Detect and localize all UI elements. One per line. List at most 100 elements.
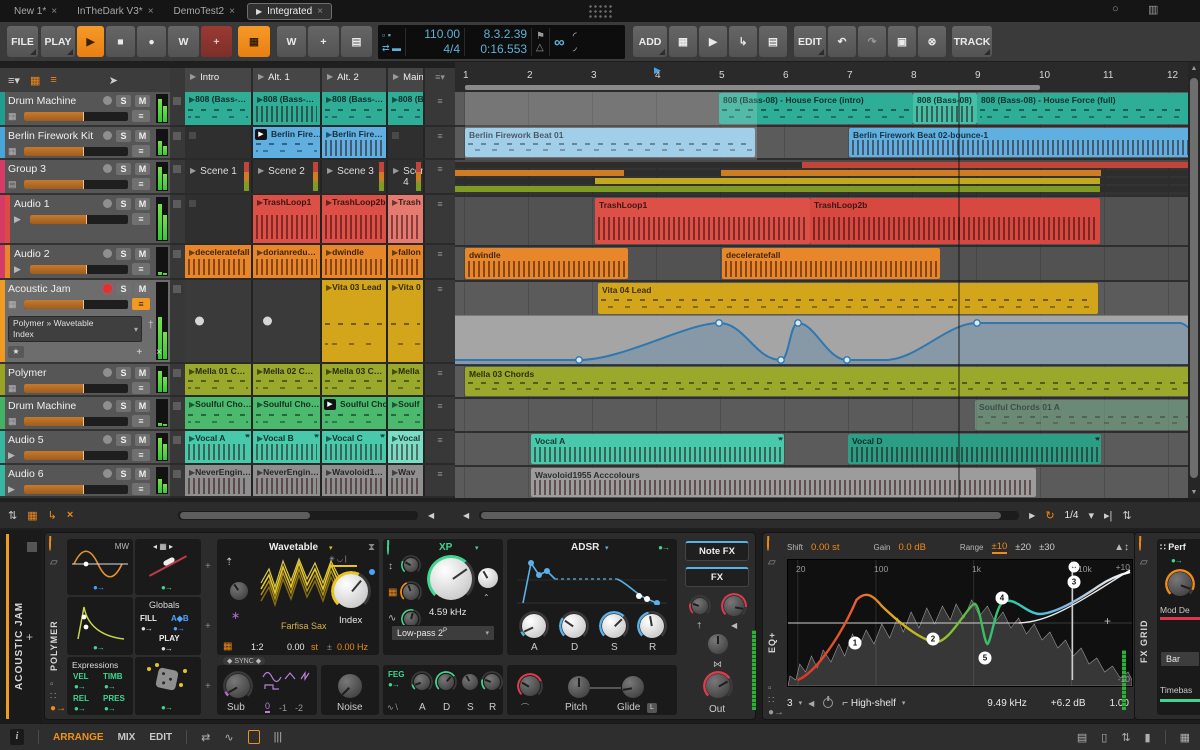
- note-fx-tab[interactable]: Note FX: [685, 541, 749, 561]
- dual-panel-icon[interactable]: ⇄: [201, 731, 210, 744]
- launcher-clip[interactable]: ▶Berlin Fire…: [253, 127, 320, 158]
- play-icon[interactable]: ▶: [393, 166, 399, 193]
- arranger-clip[interactable]: Wavoloid1955 Acccolours: [531, 468, 1036, 497]
- track-stop-button[interactable]: [170, 397, 185, 429]
- solo-button[interactable]: S: [116, 197, 131, 210]
- clip-slot[interactable]: ▶Vocal A ▾▾: [185, 431, 253, 463]
- track-row[interactable]: Drum Machine S M ▦ ≡: [0, 397, 170, 431]
- band-gain[interactable]: +6.2 dB: [1051, 698, 1086, 709]
- launcher-clip[interactable]: ▶808 (Bass-…: [185, 92, 251, 125]
- track-height-toggle-icon[interactable]: ⇅: [1122, 509, 1131, 522]
- mute-button[interactable]: M: [135, 247, 150, 260]
- resonance-knob[interactable]: [475, 565, 501, 591]
- volume-fader[interactable]: [24, 146, 128, 156]
- clip-slot[interactable]: ▶dwindle: [322, 245, 388, 278]
- add-modulator-button[interactable]: +: [205, 621, 211, 632]
- insert-scene-icon[interactable]: ↳: [48, 509, 57, 522]
- envelope-title[interactable]: ADSR: [571, 542, 599, 553]
- mod-out-icon[interactable]: ●→: [93, 583, 105, 592]
- arranger-track-lane[interactable]: Mella 03 Chords: [455, 366, 1188, 399]
- fade-in-icon[interactable]: ◜: [573, 31, 577, 42]
- mod-mw-cell[interactable]: MW ●→: [67, 539, 133, 595]
- spread-knob[interactable]: [705, 631, 731, 657]
- project-tab[interactable]: ▶ Integrated ×: [246, 2, 332, 20]
- clip-slot[interactable]: ▶Soulful Cho…: [253, 397, 322, 429]
- fx-tab[interactable]: FX: [685, 567, 749, 587]
- play-icon[interactable]: ▶: [327, 72, 333, 81]
- arranger-track-lane[interactable]: Vita 04 Lead: [455, 282, 1188, 366]
- play-icon[interactable]: ▶: [190, 72, 196, 81]
- mod-out-icon[interactable]: ●→: [93, 643, 105, 652]
- scene-header[interactable]: ▶ Main: [388, 68, 425, 92]
- play-label[interactable]: PLAY: [159, 634, 180, 643]
- overdub-button[interactable]: +: [201, 26, 232, 57]
- volume-fader[interactable]: [30, 214, 128, 224]
- clip-slot[interactable]: ▶Mella 02 C…: [253, 364, 322, 395]
- oscillator-title[interactable]: Wavetable: [269, 542, 318, 553]
- range-20-button[interactable]: ±20: [1015, 542, 1031, 553]
- play-icon[interactable]: ▶: [190, 166, 196, 193]
- solo-button[interactable]: S: [116, 282, 131, 295]
- redo-button[interactable]: ↷: [858, 26, 886, 57]
- spectrum-icon[interactable]: ⧗: [368, 542, 375, 553]
- scrollbar-thumb[interactable]: [1190, 78, 1198, 478]
- clip-slot[interactable]: ▶Wav: [388, 465, 425, 496]
- timeline-ruler[interactable]: 1 2 3 4 5 6 7 8 9 10 11 12 ▶: [455, 62, 1188, 92]
- track-row[interactable]: Drum Machine S M ▦ ≡: [0, 92, 170, 127]
- mute-button[interactable]: M: [135, 162, 150, 175]
- track-menu-button[interactable]: ≡: [132, 145, 150, 157]
- attack-knob[interactable]: [519, 611, 549, 641]
- record-arm-button[interactable]: [103, 401, 112, 410]
- launcher-clip[interactable]: ▶Berlin Fire…: [322, 127, 386, 158]
- launcher-clip[interactable]: ▶Mella 03 C…: [322, 364, 386, 395]
- add-device-button[interactable]: +: [26, 630, 33, 644]
- pointer-tool-icon[interactable]: ➤: [109, 74, 118, 87]
- decay-knob[interactable]: [559, 611, 589, 641]
- arranger-track-lane[interactable]: Berlin Firework Beat 01 Berlin Firework B…: [455, 127, 1188, 160]
- arranger-clip[interactable]: deceleratefall: [722, 248, 940, 279]
- clip-menu-icon[interactable]: ≡: [425, 92, 455, 125]
- arranger-track-lane[interactable]: Wavoloid1955 Acccolours: [455, 467, 1188, 498]
- range-30-button[interactable]: ±30: [1039, 542, 1055, 553]
- arranger-track-lane[interactable]: 808 (Bass-08) - House Force (intro) 808 (…: [455, 92, 1188, 127]
- mod-out-icon[interactable]: ●→: [161, 644, 173, 653]
- glide-knob[interactable]: [619, 673, 647, 701]
- eq-band-3-handle[interactable]: 3: [1067, 575, 1081, 589]
- virtual-keyboard-icon[interactable]: ▦: [1180, 731, 1190, 744]
- keytrack-icon[interactable]: ▦: [223, 641, 232, 652]
- arranger-track-lane[interactable]: TrashLoop1 TrashLoop2b: [455, 197, 1188, 247]
- launcher-clip[interactable]: ▶Soulful Cho…: [185, 397, 251, 429]
- track-menu-button[interactable]: TRACK: [952, 26, 992, 57]
- osc-detune-value[interactable]: 0.00 Hz: [337, 642, 368, 652]
- track-menu-button[interactable]: ≡: [132, 298, 150, 310]
- osc-ratio-value[interactable]: 1:2: [251, 642, 264, 652]
- play-start-marker[interactable]: ▶: [654, 65, 661, 76]
- volume-fader[interactable]: [24, 383, 128, 393]
- volume-fader[interactable]: [24, 484, 128, 494]
- clip-slot[interactable]: ▶Vocal B ▾▾: [253, 431, 322, 463]
- mod-out-icon[interactable]: ●→: [1171, 556, 1183, 565]
- clip-slot[interactable]: ▶deceleratefall: [185, 245, 253, 278]
- drive-knob[interactable]: [401, 555, 421, 575]
- clip-slot[interactable]: ▶TrashLoop1: [253, 195, 322, 243]
- track-stop-button[interactable]: [170, 160, 185, 193]
- group-scene-cell[interactable]: ▶Scene 4: [388, 160, 425, 193]
- clip-slot[interactable]: ▶Vocal: [388, 431, 425, 463]
- clip-slot[interactable]: ▶Soulful Cho…: [185, 397, 253, 429]
- keytrack-knob[interactable]: [400, 581, 422, 603]
- arranger-clip[interactable]: dwindle: [465, 248, 628, 279]
- display-profile-icon[interactable]: ▥: [1148, 3, 1158, 16]
- band-count[interactable]: 3: [787, 698, 793, 709]
- panel-toggle-icon[interactable]: [27, 542, 37, 552]
- arranger-clip[interactable]: 808 (Bass-08): [913, 93, 977, 124]
- stop-button[interactable]: ■: [106, 26, 135, 57]
- track-menu-button[interactable]: ≡: [132, 483, 150, 495]
- mappings-panel-icon[interactable]: ⇅: [1121, 731, 1130, 744]
- device-panel-icon[interactable]: [247, 730, 260, 744]
- arranger-toggle-icon[interactable]: ≡: [50, 74, 56, 86]
- file-menu-button[interactable]: FILE: [7, 26, 38, 57]
- track-stop-button[interactable]: [170, 92, 185, 125]
- clip-slot[interactable]: [185, 280, 253, 362]
- track-menu-button[interactable]: ≡: [132, 449, 150, 461]
- arranger-track-lane[interactable]: Vocal A ▾▾ Vocal D ▾▾: [455, 433, 1188, 467]
